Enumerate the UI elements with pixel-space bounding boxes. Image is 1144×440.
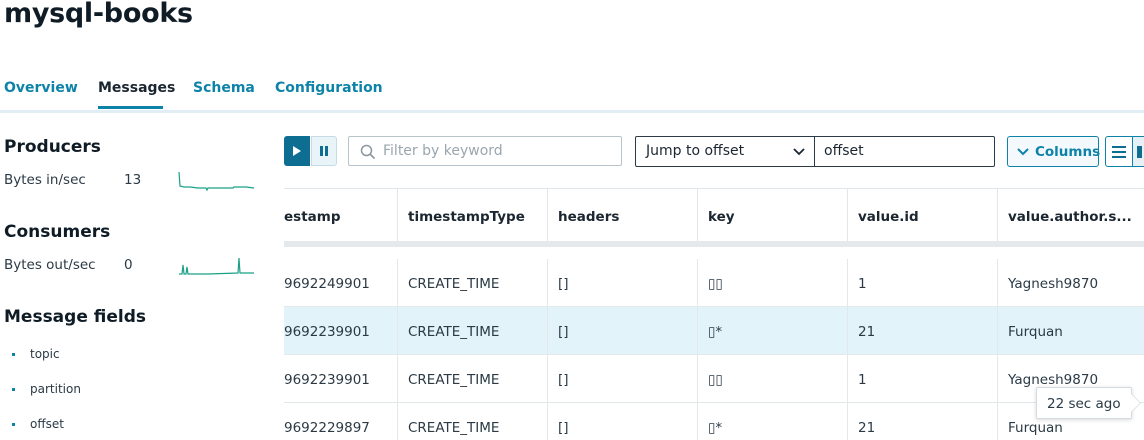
timestamp-tooltip: 22 sec ago: [1036, 387, 1132, 419]
cell-value-id: 21: [848, 403, 998, 440]
tooltip-arrow: [1131, 394, 1140, 412]
table-row[interactable]: 9692239901 CREATE_TIME [] ▯* 21 Furquan: [284, 307, 1144, 355]
filter-placeholder: Filter by keyword: [383, 143, 503, 159]
cell-key: ▯*: [698, 403, 848, 440]
table-row[interactable]: 9692249901 CREATE_TIME [] ▯▯ 1 Yagnesh98…: [284, 259, 1144, 307]
tab-schema[interactable]: Schema: [193, 80, 255, 96]
column-header-key[interactable]: key: [698, 189, 848, 241]
cell-headers: []: [548, 355, 698, 403]
jump-to-offset-select[interactable]: Jump to offset: [635, 136, 815, 167]
card-view-icon: [1137, 146, 1142, 158]
bullet-icon: [12, 423, 15, 426]
cell-timestamp: 9692239901: [284, 355, 398, 403]
field-item-offset[interactable]: offset: [12, 417, 64, 431]
play-icon: [293, 146, 301, 156]
column-header-timestamp[interactable]: estamp: [284, 189, 398, 241]
chevron-down-icon: [1017, 148, 1029, 156]
cell-value-id: 1: [848, 259, 998, 307]
table-row[interactable]: 9692229897 CREATE_TIME [] ▯* 21 Furquan: [284, 403, 1144, 440]
table-row[interactable]: 9692239901 CREATE_TIME [] ▯▯ 1 Yagnesh98…: [284, 355, 1144, 403]
consumers-heading: Consumers: [4, 222, 111, 242]
cell-timestamp: 9692239901: [284, 307, 398, 355]
jump-select-value: Jump to offset: [646, 143, 745, 159]
table-header: estamp timestampType headers key value.i…: [284, 188, 1144, 247]
cell-value-author: Yagnesh9870: [1008, 276, 1099, 292]
bytes-in-value: 13: [124, 172, 142, 188]
bullet-icon: [12, 388, 15, 391]
offset-input[interactable]: offset: [814, 136, 995, 167]
search-icon: [360, 144, 376, 160]
cell-timestamp-type: CREATE_TIME: [398, 403, 548, 440]
cell-headers: []: [548, 403, 698, 440]
tab-bar: Overview Messages Schema Configuration: [0, 80, 1144, 113]
chevron-down-icon: [793, 148, 805, 156]
cell-timestamp-type: CREATE_TIME: [398, 259, 548, 307]
messages-table: estamp timestampType headers key value.i…: [284, 188, 1144, 440]
cell-timestamp: 9692229897: [284, 403, 398, 440]
tab-configuration[interactable]: Configuration: [275, 80, 383, 96]
field-item-topic[interactable]: topic: [12, 347, 60, 361]
column-header-value-author[interactable]: value.author.s...: [998, 189, 1144, 241]
tab-messages[interactable]: Messages: [98, 80, 175, 96]
bullet-icon: [12, 353, 15, 356]
list-view-icon: [1112, 146, 1126, 158]
cell-key: ▯▯: [698, 259, 848, 307]
play-button[interactable]: [284, 136, 310, 166]
filter-input[interactable]: Filter by keyword: [348, 136, 622, 166]
columns-label: Columns: [1035, 144, 1101, 160]
cell-headers: []: [548, 259, 698, 307]
pause-button[interactable]: [311, 136, 337, 166]
columns-button[interactable]: Columns: [1007, 136, 1101, 167]
cell-value-author: Furquan: [1008, 324, 1063, 340]
message-fields-heading: Message fields: [4, 307, 147, 327]
cell-timestamp: 9692249901: [284, 259, 398, 307]
active-tab-indicator: [98, 106, 163, 109]
cell-timestamp-type: CREATE_TIME: [398, 307, 548, 355]
cell-value-id: 1: [848, 355, 998, 403]
column-header-value-id[interactable]: value.id: [848, 189, 998, 241]
cell-timestamp-type: CREATE_TIME: [398, 355, 548, 403]
bytes-out-label: Bytes out/sec: [4, 257, 96, 273]
cell-value-id: 21: [848, 307, 998, 355]
cell-key: ▯*: [698, 307, 848, 355]
consumers-sparkline: [179, 257, 254, 275]
card-view-toggle[interactable]: [1132, 137, 1144, 166]
column-header-headers[interactable]: headers: [548, 189, 698, 241]
view-toggle[interactable]: [1105, 136, 1144, 167]
producers-heading: Producers: [4, 137, 101, 157]
offset-input-value: offset: [824, 143, 864, 159]
bytes-in-label: Bytes in/sec: [4, 172, 86, 188]
producers-sparkline: [178, 171, 255, 192]
pause-icon: [320, 146, 328, 156]
page-title: mysql-books: [4, 0, 193, 29]
field-item-partition[interactable]: partition: [12, 382, 81, 396]
cell-headers: []: [548, 307, 698, 355]
column-header-timestamp-type[interactable]: timestampType: [398, 189, 548, 241]
tab-overview[interactable]: Overview: [4, 80, 78, 96]
bytes-out-value: 0: [124, 257, 133, 273]
cell-key: ▯▯: [698, 355, 848, 403]
